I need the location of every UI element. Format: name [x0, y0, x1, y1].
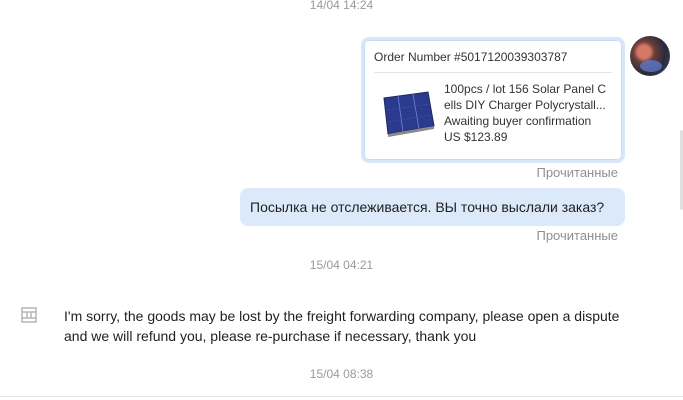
- product-info: 100pcs / lot 156 Solar Panel C ells DIY …: [444, 81, 614, 145]
- order-separator: [374, 72, 612, 73]
- seller-message: I'm sorry, the goods may be lost by the …: [64, 308, 620, 344]
- avatar-highlight: [640, 60, 662, 72]
- product-title-line1[interactable]: 100pcs / lot 156 Solar Panel C: [444, 81, 614, 97]
- timestamp: 15/04 08:38: [309, 367, 374, 381]
- order-price: US $123.89: [444, 130, 508, 144]
- order-status: Awaiting buyer confirmation: [444, 114, 592, 128]
- order-card[interactable]: Order Number #5017120039303787 100pcs / …: [361, 37, 625, 163]
- buyer-message-bubble: Посылка не отслеживается. ВЫ точно высла…: [240, 188, 625, 226]
- product-title-line2[interactable]: ells DIY Charger Polycrystall...: [444, 97, 614, 113]
- solar-panel-image[interactable]: [376, 88, 436, 138]
- timestamp: 14/04 14:24: [309, 0, 374, 12]
- read-status: Прочитанные: [536, 228, 618, 243]
- divider: [0, 396, 683, 397]
- timestamp: 15/04 04:21: [309, 258, 374, 272]
- order-number: Order Number #5017120039303787: [374, 50, 568, 64]
- user-avatar[interactable]: [630, 36, 670, 76]
- read-status: Прочитанные: [536, 165, 618, 180]
- store-icon: [21, 307, 37, 323]
